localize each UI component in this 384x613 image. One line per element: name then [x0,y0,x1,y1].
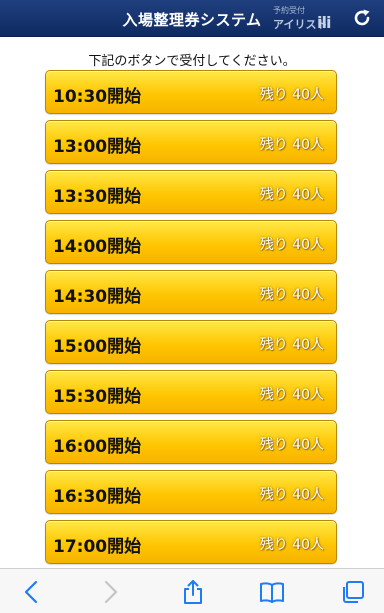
browser-toolbar [0,568,384,613]
slot-remaining: 残り 40人 [259,487,324,503]
slot-button[interactable]: 13:00開始 残り 40人 [45,120,337,164]
slot-button[interactable]: 16:00開始 残り 40人 [45,420,337,464]
slot-button[interactable]: 17:00開始 残り 40人 [45,520,337,564]
app-header: 入場整理券システム 予約受付 アイリスト ili [0,0,384,37]
slot-remaining: 残り 40人 [259,87,324,103]
brand-logo: 予約受付 アイリスト ili [271,5,341,33]
slot-remaining: 残り 40人 [259,287,324,303]
slot-button[interactable]: 15:00開始 残り 40人 [45,320,337,364]
slot-button[interactable]: 14:30開始 残り 40人 [45,270,337,314]
slot-button[interactable]: 14:00開始 残り 40人 [45,220,337,264]
slot-time: 15:30開始 [53,387,142,407]
slot-list: 10:30開始 残り 40人 13:00開始 残り 40人 13:30開始 残り… [45,70,338,570]
slot-time: 16:00開始 [53,437,142,457]
slot-remaining: 残り 40人 [259,387,324,403]
slot-time: 16:30開始 [53,487,142,507]
slot-time: 13:00開始 [53,137,142,157]
back-icon[interactable] [19,579,45,605]
slot-time: 13:30開始 [53,187,142,207]
slot-button[interactable]: 15:30開始 残り 40人 [45,370,337,414]
instruction-text: 下記のボタンで受付してください。 [88,54,296,69]
slot-remaining: 残り 40人 [259,337,324,353]
tabs-icon[interactable] [340,579,366,605]
slot-time: 14:30開始 [53,287,142,307]
slot-remaining: 残り 40人 [259,537,324,553]
brand-mark: ili [317,13,331,32]
slot-remaining: 残り 40人 [259,237,324,253]
slot-remaining: 残り 40人 [259,187,324,203]
slot-button[interactable]: 10:30開始 残り 40人 [45,70,337,114]
reload-icon[interactable] [352,8,372,28]
forward-icon[interactable] [97,579,123,605]
slot-time: 10:30開始 [53,87,142,107]
slot-button[interactable]: 16:30開始 残り 40人 [45,470,337,514]
share-icon[interactable] [180,579,206,605]
slot-button[interactable]: 13:30開始 残り 40人 [45,170,337,214]
slot-time: 14:00開始 [53,237,142,257]
slot-time: 15:00開始 [53,337,142,357]
slot-time: 17:00開始 [53,537,142,557]
slot-remaining: 残り 40人 [259,137,324,153]
bookmarks-icon[interactable] [259,579,285,605]
brand-subtitle: 予約受付 [273,6,305,15]
slot-remaining: 残り 40人 [259,437,324,453]
